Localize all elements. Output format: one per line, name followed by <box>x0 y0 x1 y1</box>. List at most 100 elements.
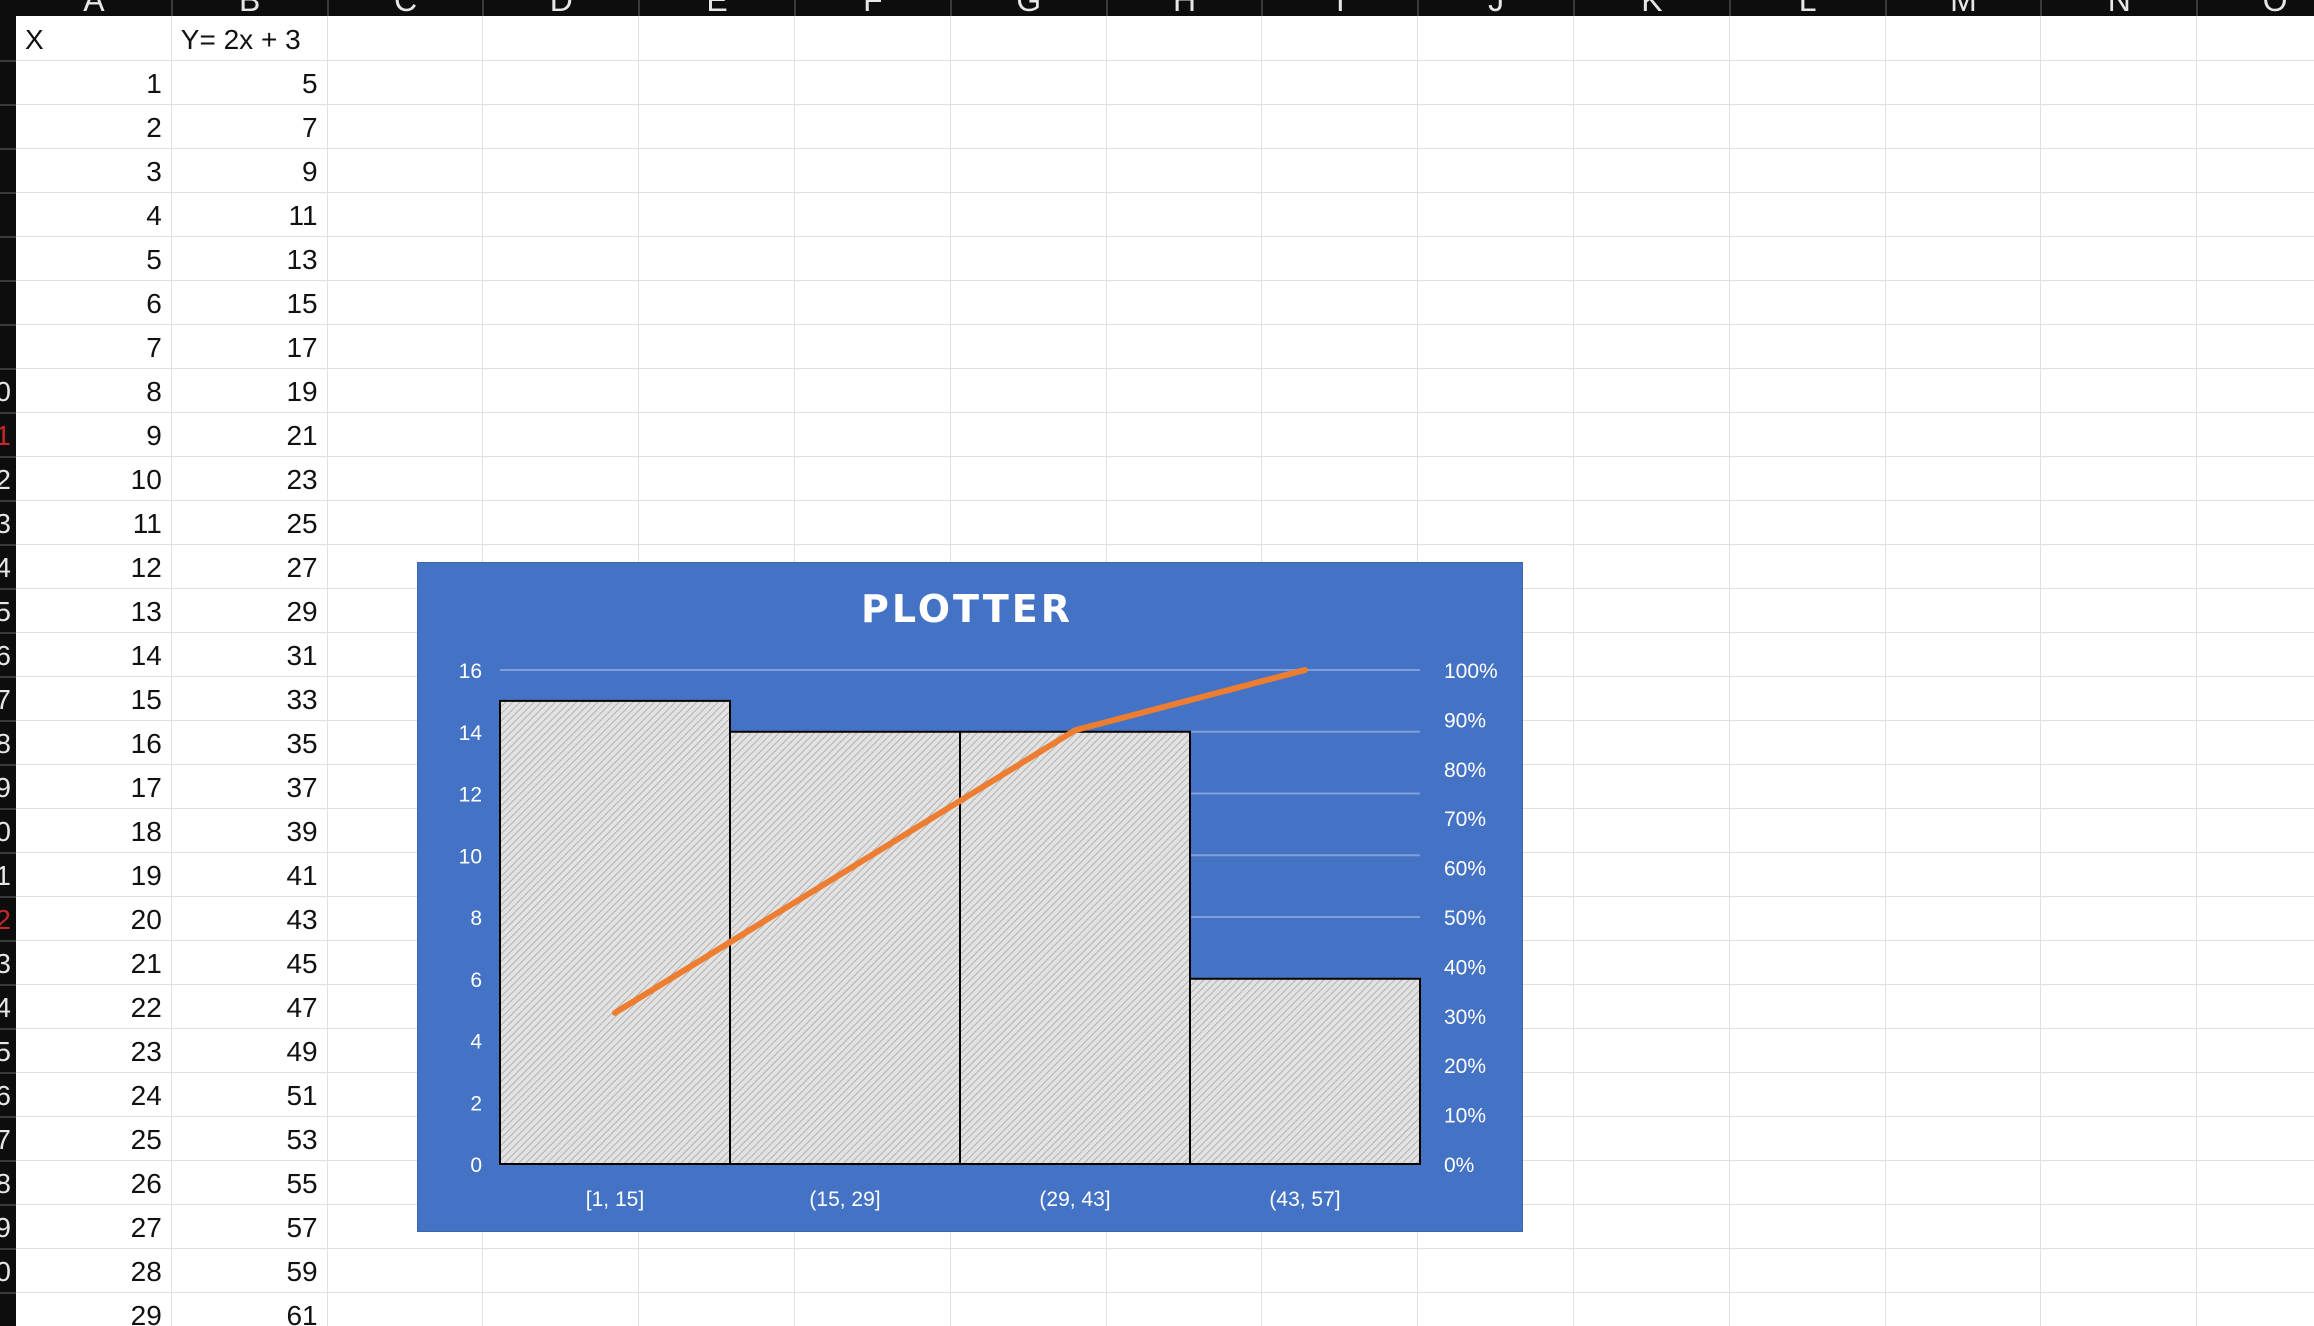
cell-x-value[interactable]: 1 <box>16 60 172 104</box>
cell-y-value[interactable]: 35 <box>172 720 328 764</box>
cell-x-value[interactable]: 25 <box>16 1116 172 1160</box>
cell-x-value[interactable]: 11 <box>16 500 172 544</box>
row-header[interactable]: 7 <box>0 1118 11 1162</box>
cell-y-value[interactable]: 41 <box>172 852 328 896</box>
row-header[interactable]: 6 <box>0 1074 11 1118</box>
cell-y-value[interactable]: 29 <box>172 588 328 632</box>
row-header[interactable]: 0 <box>0 370 11 414</box>
column-header-i[interactable]: I <box>1262 0 1418 16</box>
row-header[interactable] <box>0 150 11 194</box>
row-header[interactable]: 8 <box>0 1162 11 1206</box>
row-header[interactable]: 6 <box>0 634 11 678</box>
cell-x-value[interactable]: 20 <box>16 896 172 940</box>
row-header[interactable] <box>0 282 11 326</box>
cell-y-value[interactable]: 37 <box>172 764 328 808</box>
row-header[interactable]: 5 <box>0 1030 11 1074</box>
column-header-m[interactable]: M <box>1886 0 2042 16</box>
cell-x-value[interactable]: 18 <box>16 808 172 852</box>
row-header-separator[interactable] <box>0 1292 16 1294</box>
column-header-h[interactable]: H <box>1107 0 1263 16</box>
cell-y-value[interactable]: 59 <box>172 1248 328 1292</box>
row-header[interactable]: 0 <box>0 1250 11 1294</box>
cell-x-value[interactable]: 15 <box>16 676 172 720</box>
row-header[interactable] <box>0 106 11 150</box>
row-header[interactable]: 4 <box>0 546 11 590</box>
cell-y-value[interactable]: 7 <box>172 104 328 148</box>
cell-y-value[interactable]: 25 <box>172 500 328 544</box>
row-header[interactable] <box>0 238 11 282</box>
column-header-c[interactable]: C <box>328 0 484 16</box>
row-header[interactable]: 1 <box>0 854 11 898</box>
cell-y-value[interactable]: 31 <box>172 632 328 676</box>
cell-x-value[interactable]: 16 <box>16 720 172 764</box>
cell-y-value[interactable]: 39 <box>172 808 328 852</box>
row-header[interactable]: 0 <box>0 810 11 854</box>
cell-x-value[interactable]: 13 <box>16 588 172 632</box>
cell-y-value[interactable]: 43 <box>172 896 328 940</box>
cell-y-value[interactable]: 19 <box>172 368 328 412</box>
cell-y-value[interactable]: 55 <box>172 1160 328 1204</box>
cell-x-value[interactable]: 2 <box>16 104 172 148</box>
cell-y-value[interactable]: 57 <box>172 1204 328 1248</box>
column-header-d[interactable]: D <box>483 0 639 16</box>
cell-x-value[interactable]: 5 <box>16 236 172 280</box>
column-header-b[interactable]: B <box>172 0 328 16</box>
cell-x-value[interactable]: 14 <box>16 632 172 676</box>
row-header[interactable]: 2 <box>0 458 11 502</box>
cell-x-value[interactable]: 21 <box>16 940 172 984</box>
row-header[interactable]: 1 <box>0 414 11 458</box>
column-header-o[interactable]: O <box>2197 0 2314 16</box>
row-header[interactable]: 9 <box>0 766 11 810</box>
cell-y-value[interactable]: 53 <box>172 1116 328 1160</box>
row-header[interactable]: 3 <box>0 942 11 986</box>
cell-x-value[interactable]: 29 <box>16 1292 172 1326</box>
cell-y-value[interactable]: 27 <box>172 544 328 588</box>
cell-x-value[interactable]: 6 <box>16 280 172 324</box>
cell-y-value[interactable]: 45 <box>172 940 328 984</box>
column-header-g[interactable]: G <box>951 0 1107 16</box>
column-header-f[interactable]: F <box>795 0 951 16</box>
cell-y-value[interactable]: 61 <box>172 1292 328 1326</box>
row-header[interactable] <box>0 194 11 238</box>
cell-y-value[interactable]: 13 <box>172 236 328 280</box>
cell-x-value[interactable]: 10 <box>16 456 172 500</box>
row-header[interactable]: 9 <box>0 1206 11 1250</box>
cell-y-value[interactable]: 33 <box>172 676 328 720</box>
cell-y-value[interactable]: 5 <box>172 60 328 104</box>
cell-x-value[interactable]: 24 <box>16 1072 172 1116</box>
cell-x-value[interactable]: 17 <box>16 764 172 808</box>
cell-a1-header[interactable]: X <box>16 16 172 60</box>
cell-x-value[interactable]: 3 <box>16 148 172 192</box>
cell-x-value[interactable]: 26 <box>16 1160 172 1204</box>
row-header[interactable]: 3 <box>0 502 11 546</box>
row-header[interactable] <box>0 62 11 106</box>
cell-x-value[interactable]: 23 <box>16 1028 172 1072</box>
cell-y-value[interactable]: 17 <box>172 324 328 368</box>
cell-x-value[interactable]: 9 <box>16 412 172 456</box>
column-header-k[interactable]: K <box>1574 0 1730 16</box>
row-header[interactable]: 8 <box>0 722 11 766</box>
chart-object[interactable]: PLOTTER 0 2 4 6 8 10 12 14 16 0% 10% 20% 30% 40% 50% 6… <box>418 563 1522 1231</box>
column-header-e[interactable]: E <box>639 0 795 16</box>
cell-y-value[interactable]: 23 <box>172 456 328 500</box>
column-header-n[interactable]: N <box>2041 0 2197 16</box>
row-header[interactable] <box>0 18 11 62</box>
column-header-l[interactable]: L <box>1730 0 1886 16</box>
cell-x-value[interactable]: 7 <box>16 324 172 368</box>
row-header[interactable] <box>0 326 11 370</box>
row-header[interactable]: 4 <box>0 986 11 1030</box>
cell-x-value[interactable]: 28 <box>16 1248 172 1292</box>
row-header[interactable]: 5 <box>0 590 11 634</box>
cell-x-value[interactable]: 22 <box>16 984 172 1028</box>
cell-b1-header[interactable]: Y= 2x + 3 <box>172 16 328 60</box>
cell-x-value[interactable]: 12 <box>16 544 172 588</box>
cell-x-value[interactable]: 8 <box>16 368 172 412</box>
cell-y-value[interactable]: 15 <box>172 280 328 324</box>
column-header-j[interactable]: J <box>1418 0 1574 16</box>
cell-x-value[interactable]: 27 <box>16 1204 172 1248</box>
cell-x-value[interactable]: 19 <box>16 852 172 896</box>
cell-y-value[interactable]: 49 <box>172 1028 328 1072</box>
cell-y-value[interactable]: 21 <box>172 412 328 456</box>
row-header[interactable]: 2 <box>0 898 11 942</box>
cell-y-value[interactable]: 47 <box>172 984 328 1028</box>
